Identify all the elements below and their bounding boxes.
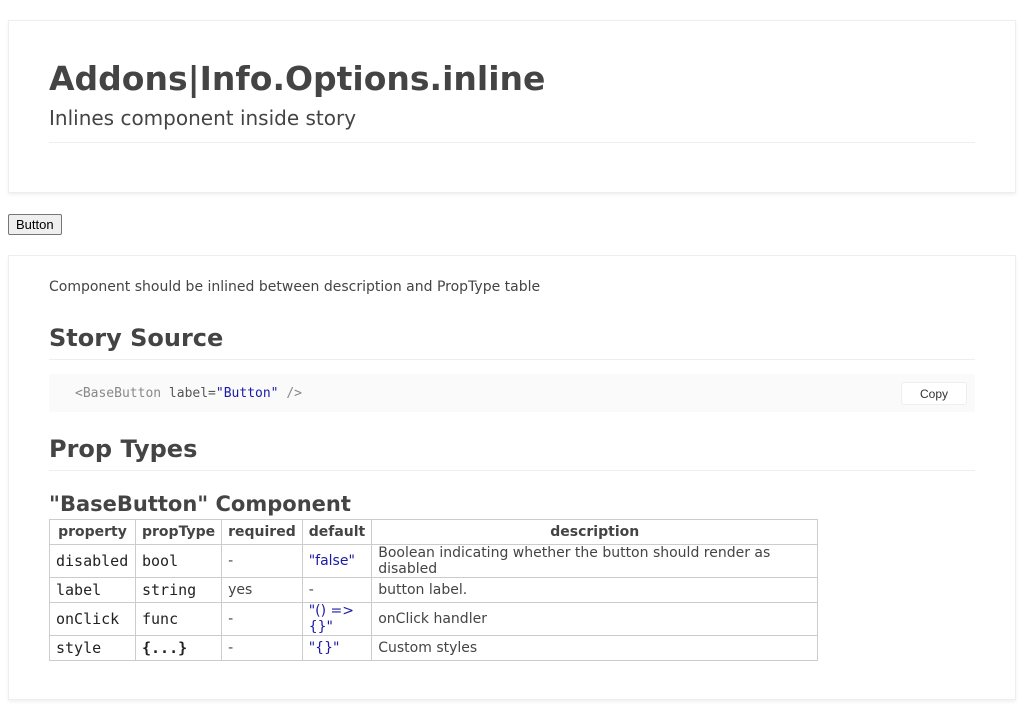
copy-button[interactable]: Copy <box>901 382 967 405</box>
code-line: <BaseButton label="Button" /> <box>75 386 302 401</box>
column-header-description: description <box>371 519 819 545</box>
prop-types-heading: Prop Types <box>49 434 975 471</box>
cell-description: Custom styles <box>371 635 819 661</box>
cell-proptype: string <box>134 577 223 603</box>
preview-button[interactable]: Button <box>8 214 62 235</box>
table-row: disabled bool - "false" Boolean indicati… <box>49 544 819 578</box>
cell-property: onClick <box>49 602 136 636</box>
code-attr: label= <box>168 386 216 401</box>
cell-description: onClick handler <box>371 602 819 636</box>
table-row: onClick func - "() => {}" onClick handle… <box>49 602 819 636</box>
code-tag-open: <BaseButton <box>75 386 162 401</box>
cell-property: disabled <box>49 544 136 578</box>
story-source-heading: Story Source <box>49 323 975 360</box>
cell-required: - <box>221 635 303 661</box>
page-title: Addons|Info.Options.inline <box>49 59 546 98</box>
table-row: label string yes - button label. <box>49 577 819 603</box>
cell-description: Boolean indicating whether the button sh… <box>371 544 819 578</box>
code-value: "Button" <box>215 386 279 401</box>
code-tag-close: /> <box>286 386 302 401</box>
column-header-proptype: propType <box>134 519 223 545</box>
table-row: style {...} - "{}" Custom styles <box>49 635 819 661</box>
page-subtitle: Inlines component inside story <box>49 105 975 143</box>
column-header-required: required <box>221 519 303 545</box>
column-header-property: property <box>49 519 136 545</box>
cell-default: "false" <box>301 544 373 578</box>
cell-default: "{}" <box>301 635 373 661</box>
table-header-row: property propType required default descr… <box>49 519 819 545</box>
cell-proptype: func <box>134 602 223 636</box>
component-heading: "BaseButton" Component <box>49 492 351 516</box>
prop-types-table: property propType required default descr… <box>49 519 819 661</box>
story-description: Component should be inlined between desc… <box>49 279 541 295</box>
cell-required: - <box>221 602 303 636</box>
cell-property: style <box>49 635 136 661</box>
story-source-code: <BaseButton label="Button" /> Copy <box>49 374 975 412</box>
cell-proptype: bool <box>134 544 223 578</box>
story-header-card: Addons|Info.Options.inline Inlines compo… <box>8 20 1016 193</box>
column-header-default: default <box>301 519 373 545</box>
cell-default: "() => {}" <box>301 602 373 636</box>
cell-property: label <box>49 577 136 603</box>
cell-required: - <box>221 544 303 578</box>
cell-required: yes <box>221 577 303 603</box>
cell-description: button label. <box>371 577 819 603</box>
cell-proptype: {...} <box>134 635 223 661</box>
info-card: Component should be inlined between desc… <box>8 255 1016 700</box>
cell-default: - <box>301 577 373 603</box>
